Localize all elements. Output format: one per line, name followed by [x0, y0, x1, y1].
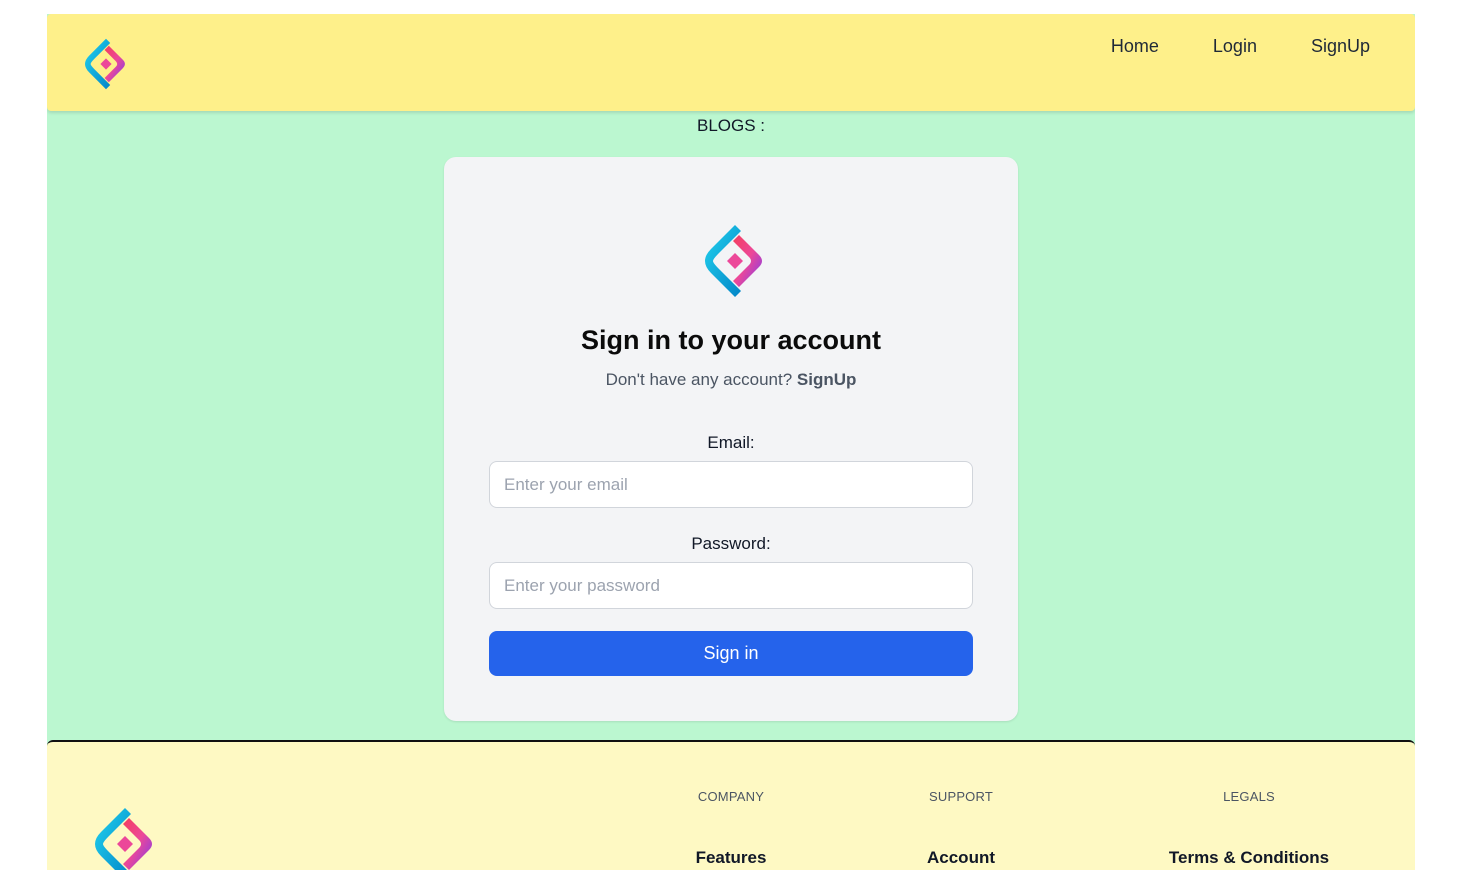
- footer-column-support: SUPPORT Account: [841, 789, 1081, 868]
- footer-heading-company: COMPANY: [697, 789, 765, 804]
- blogs-heading: BLOGS :: [696, 116, 766, 135]
- sign-in-button[interactable]: Sign in: [489, 631, 973, 676]
- signin-card: Sign in to your account Don't have any a…: [444, 157, 1018, 721]
- footer-logo-icon[interactable]: [85, 804, 165, 870]
- footer-column-legals: LEGALS Terms & Conditions: [1129, 789, 1369, 868]
- nav-links: Home Login SignUp: [1111, 36, 1370, 57]
- email-field[interactable]: [489, 461, 973, 508]
- email-label: Email:: [707, 433, 755, 452]
- footer-column-company: COMPANY Features: [611, 789, 851, 868]
- password-label: Password:: [691, 534, 771, 553]
- nav-link-home[interactable]: Home: [1111, 36, 1159, 57]
- signin-subtitle: Don't have any account? SignUp: [444, 370, 1018, 390]
- signup-link[interactable]: SignUp: [797, 370, 857, 389]
- footer-link-account[interactable]: Account: [841, 848, 1081, 868]
- signin-title: Sign in to your account: [580, 325, 881, 355]
- footer-heading-legals: LEGALS: [1223, 789, 1275, 804]
- page-frame: Home Login SignUp BLOGS : Sign in to you…: [47, 14, 1415, 870]
- footer-heading-support: SUPPORT: [928, 789, 993, 804]
- brand-logo-icon[interactable]: [78, 36, 134, 92]
- footer: COMPANY Features SUPPORT Account LEGALS …: [47, 740, 1415, 870]
- card-logo-icon: [695, 221, 775, 301]
- subtitle-text: Don't have any account?: [605, 370, 793, 389]
- footer-link-terms[interactable]: Terms & Conditions: [1129, 848, 1369, 868]
- password-field[interactable]: [489, 562, 973, 609]
- footer-link-features[interactable]: Features: [611, 848, 851, 868]
- top-navbar: Home Login SignUp: [47, 14, 1415, 111]
- nav-link-login[interactable]: Login: [1213, 36, 1257, 57]
- nav-link-signup[interactable]: SignUp: [1311, 36, 1370, 57]
